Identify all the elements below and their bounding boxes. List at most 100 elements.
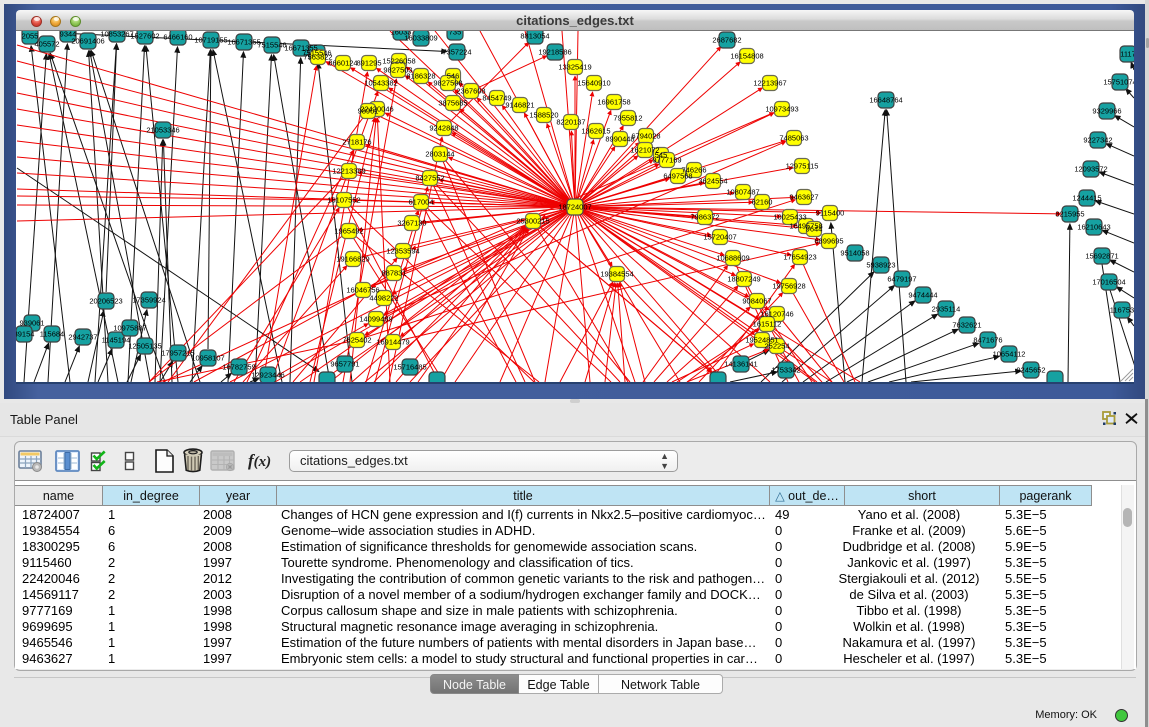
svg-text:16914479: 16914479 xyxy=(376,338,409,347)
svg-text:8660124: 8660124 xyxy=(328,59,357,68)
svg-text:20206523: 20206523 xyxy=(89,297,122,306)
svg-text:9084067: 9084067 xyxy=(742,297,771,306)
svg-text:1117: 1117 xyxy=(1120,50,1134,59)
svg-text:14099489: 14099489 xyxy=(359,315,392,324)
svg-text:8813054: 8813054 xyxy=(520,32,549,41)
svg-text:6466160: 6466160 xyxy=(163,33,192,42)
svg-text:9777169: 9777169 xyxy=(652,156,681,165)
svg-text:6899695: 6899695 xyxy=(814,237,843,246)
svg-text:62160: 62160 xyxy=(752,198,773,207)
svg-text:16154808: 16154808 xyxy=(730,52,763,61)
svg-text:10958107: 10958107 xyxy=(191,354,224,363)
svg-text:17957215: 17957215 xyxy=(161,349,194,358)
svg-text:9146821: 9146821 xyxy=(505,101,534,110)
svg-text:2942737: 2942737 xyxy=(68,333,97,342)
svg-text:115684: 115684 xyxy=(40,330,64,339)
svg-text:10543382: 10543382 xyxy=(364,79,397,88)
svg-text:7632621: 7632621 xyxy=(952,321,981,330)
svg-text:17359924: 17359924 xyxy=(132,296,165,305)
svg-text:21053346: 21053346 xyxy=(146,126,179,135)
svg-text:2718176: 2718176 xyxy=(342,138,371,147)
svg-text:9242848: 9242848 xyxy=(429,124,458,133)
svg-text:15692871: 15692871 xyxy=(1085,252,1118,261)
svg-text:2935114: 2935114 xyxy=(932,305,961,314)
svg-text:2687682: 2687682 xyxy=(712,36,741,45)
svg-text:1615112: 1615112 xyxy=(753,320,782,329)
svg-text:7485063: 7485063 xyxy=(779,134,808,143)
svg-text:10975887: 10975887 xyxy=(113,324,146,333)
svg-text:8990448: 8990448 xyxy=(605,135,634,144)
svg-text:735: 735 xyxy=(449,31,462,37)
svg-text:10807487: 10807487 xyxy=(726,188,759,197)
svg-text:9644: 9644 xyxy=(806,225,823,234)
svg-text:12923446: 12923446 xyxy=(251,371,284,380)
svg-text:9329966: 9329966 xyxy=(1092,107,1121,116)
svg-text:3624554: 3624554 xyxy=(698,177,727,186)
svg-text:16961758: 16961758 xyxy=(597,98,630,107)
svg-text:16107552: 16107552 xyxy=(327,196,360,205)
svg-text:15720407: 15720407 xyxy=(703,233,736,242)
svg-text:19218586: 19218586 xyxy=(538,48,571,57)
svg-text:10853267: 10853267 xyxy=(100,31,133,39)
svg-text:39154: 39154 xyxy=(16,330,34,339)
svg-text:12975115: 12975115 xyxy=(786,162,819,171)
svg-text:18724007: 18724007 xyxy=(558,203,591,212)
svg-text:1965492: 1965492 xyxy=(334,227,363,236)
svg-text:2367608: 2367608 xyxy=(456,87,485,96)
svg-text:8215955: 8215955 xyxy=(1055,210,1084,219)
svg-text:891295: 891295 xyxy=(356,59,381,68)
svg-text:15226058: 15226058 xyxy=(382,57,415,66)
svg-text:6794028: 6794028 xyxy=(631,132,660,141)
svg-text:16120746: 16120746 xyxy=(760,310,793,319)
svg-text:10719155: 10719155 xyxy=(194,36,227,45)
svg-text:1145194: 1145194 xyxy=(102,336,131,345)
svg-text:18807249: 18807249 xyxy=(727,275,760,284)
svg-text:1527602: 1527602 xyxy=(130,32,159,41)
svg-text:15751074: 15751074 xyxy=(1103,78,1134,87)
svg-text:4498222: 4498222 xyxy=(369,294,398,303)
svg-text:19384554: 19384554 xyxy=(600,270,633,279)
svg-text:3267130: 3267130 xyxy=(397,219,426,228)
svg-text:15640910: 15640910 xyxy=(577,79,610,88)
svg-text:12213967: 12213967 xyxy=(753,79,786,88)
svg-text:8186328: 8186328 xyxy=(406,72,435,81)
svg-text:8471676: 8471676 xyxy=(973,336,1002,345)
svg-text:16033809: 16033809 xyxy=(404,34,437,43)
svg-text:8427552: 8427552 xyxy=(415,174,444,183)
svg-text:1753342: 1753342 xyxy=(771,366,800,375)
svg-text:405572: 405572 xyxy=(34,40,59,49)
svg-text:9227342: 9227342 xyxy=(1083,136,1112,145)
svg-text:7515546: 7515546 xyxy=(257,41,286,50)
svg-text:10654112: 10654112 xyxy=(993,350,1026,359)
svg-text:25300215: 25300215 xyxy=(516,217,549,226)
svg-text:8220137: 8220137 xyxy=(556,118,585,127)
svg-text:14136141: 14136141 xyxy=(724,360,757,369)
svg-text:3875685: 3875685 xyxy=(438,99,467,108)
svg-text:16210643: 16210643 xyxy=(1077,223,1110,232)
svg-text:10025433: 10025433 xyxy=(773,213,806,222)
svg-text:5938923: 5938923 xyxy=(866,261,895,270)
svg-text:16671355: 16671355 xyxy=(227,38,260,47)
svg-text:15716485: 15716485 xyxy=(393,363,426,372)
svg-text:1244415: 1244415 xyxy=(1072,194,1101,203)
svg-text:17016504: 17016504 xyxy=(1092,278,1125,287)
svg-text:617004: 617004 xyxy=(408,198,433,207)
svg-text:13325419: 13325419 xyxy=(558,63,591,72)
svg-text:98901: 98901 xyxy=(358,107,379,116)
svg-text:6479197: 6479197 xyxy=(887,275,916,284)
svg-text:7357224: 7357224 xyxy=(442,48,471,57)
svg-text:12353594: 12353594 xyxy=(386,247,419,256)
svg-text:1588520: 1588520 xyxy=(529,111,558,120)
svg-text:12213389: 12213389 xyxy=(332,167,365,176)
svg-text:10973493: 10973493 xyxy=(765,105,798,114)
svg-text:939061: 939061 xyxy=(19,319,44,328)
svg-text:252254: 252254 xyxy=(764,342,789,351)
svg-text:12093572: 12093572 xyxy=(1074,165,1107,174)
svg-text:17654923: 17654923 xyxy=(783,253,816,262)
svg-text:9514058: 9514058 xyxy=(840,249,869,258)
svg-text:6497568: 6497568 xyxy=(663,172,692,181)
svg-text:9474444: 9474444 xyxy=(908,291,937,300)
svg-text:10688609: 10688609 xyxy=(716,254,749,263)
svg-text:7986372: 7986372 xyxy=(690,213,719,222)
svg-text:16648764: 16648764 xyxy=(869,96,902,105)
